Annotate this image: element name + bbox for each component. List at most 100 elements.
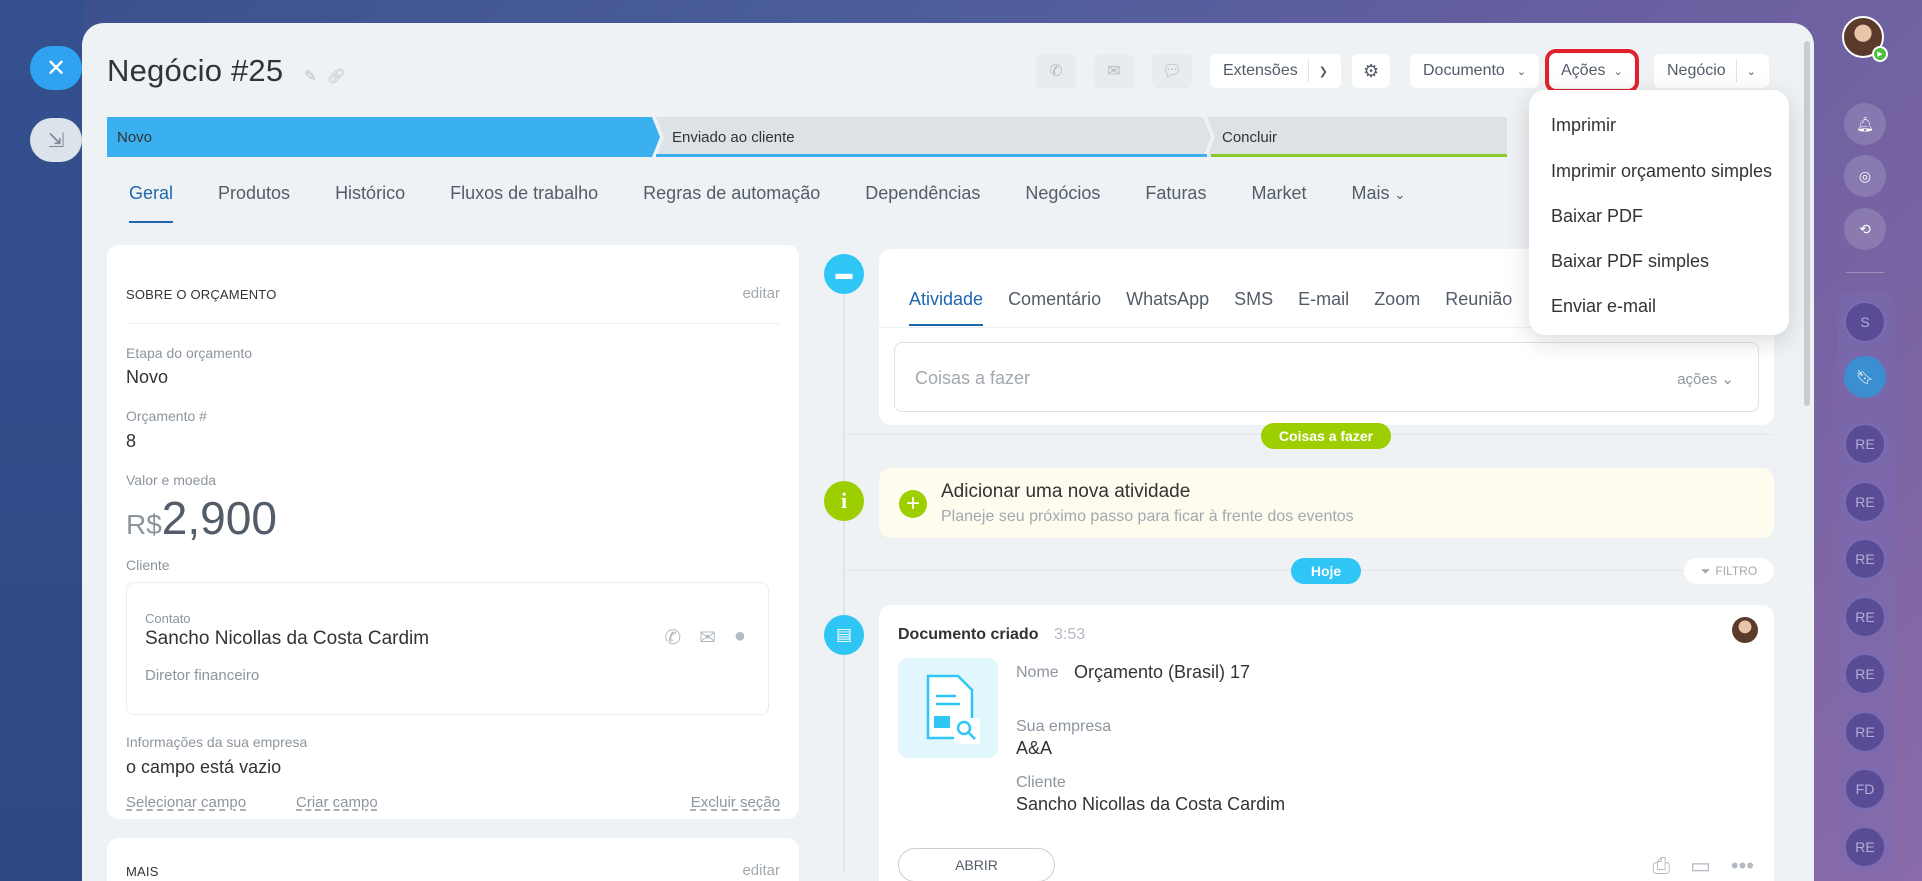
open-button[interactable]: ABRIR [898,848,1055,881]
company-field-value[interactable]: o campo está vazio [126,757,281,778]
tab-sms[interactable]: SMS [1234,289,1273,326]
today-pill: Hoje [1291,558,1361,584]
tab-comentario[interactable]: Comentário [1008,289,1101,326]
tab-historico[interactable]: Histórico [335,183,405,223]
bell-icon[interactable]: 🔔︎ [1844,103,1886,145]
email-button[interactable]: ✉ [1094,54,1134,88]
doc-thumbnail[interactable] [898,658,998,758]
edit-link[interactable]: editar [742,285,780,302]
deal-button[interactable]: Negócio ⌄ [1654,54,1769,88]
tab-zoom[interactable]: Zoom [1374,289,1420,326]
add-activity-card[interactable]: + Adicionar uma nova atividade Planeje s… [879,468,1774,538]
menu-item-download-pdf-simple[interactable]: Baixar PDF simples [1551,251,1709,272]
tab-produtos[interactable]: Produtos [218,183,290,223]
stage-shapes [107,117,1507,157]
phone-icon[interactable]: ✆ [664,625,681,650]
chevron-down-icon[interactable]: ❯ [1319,65,1328,78]
chevron-down-icon: ⌄ [1613,65,1623,78]
todo-actions-dropdown[interactable]: ações ⌄ [1677,370,1734,388]
mail-icon[interactable]: ✉ [699,625,716,650]
todo-placeholder: Coisas a fazer [915,368,1031,388]
chat-avatar[interactable]: S [1844,301,1886,343]
pencil-icon[interactable]: ✎ [304,67,317,85]
doc-name-value[interactable]: Orçamento (Brasil) 17 [1074,662,1250,683]
chat-avatar[interactable]: RE [1844,711,1886,753]
chat-avatar[interactable]: RE [1844,653,1886,695]
plus-icon: + [899,490,927,518]
doc-client-value[interactable]: Sancho Nicollas da Costa Cardim [1016,794,1285,815]
tab-whatsapp[interactable]: WhatsApp [1126,289,1209,326]
contact-actions: ✆ ✉ ● [664,625,746,650]
tab-reuniao[interactable]: Reunião [1445,289,1512,326]
chat-avatar[interactable]: FD [1844,768,1886,810]
chat-avatar[interactable]: RE [1844,481,1886,523]
filter-label: FILTRO [1715,564,1758,578]
doc-client-label: Cliente [1016,774,1066,791]
tab-email[interactable]: E-mail [1298,289,1349,326]
menu-item-print-simple[interactable]: Imprimir orçamento simples [1551,161,1772,182]
number-field-value[interactable]: 8 [126,431,136,452]
tab-dependencias[interactable]: Dependências [865,183,980,223]
tab-market[interactable]: Market [1251,183,1306,223]
create-field-link[interactable]: Criar campo [296,794,378,811]
filter-button[interactable]: ⏷ FILTRO [1684,558,1774,584]
tab-faturas[interactable]: Faturas [1145,183,1206,223]
call-button[interactable]: ✆ [1036,54,1076,88]
settings-button[interactable]: ⚙ [1352,54,1391,88]
extensions-button[interactable]: Extensões ❯ [1210,54,1341,88]
more-icon[interactable]: ••• [1731,853,1754,879]
doc-event-time: 3:53 [1054,626,1086,643]
close-icon: ✕ [45,54,67,82]
menu-item-send-email[interactable]: Enviar e-mail [1551,296,1656,317]
document-button[interactable]: Documento ⌄ [1410,54,1540,88]
tab-fluxos[interactable]: Fluxos de trabalho [450,183,598,223]
todo-input[interactable]: Coisas a fazer ações ⌄ [894,342,1759,412]
amount-field-label: Valor e moeda [126,472,217,488]
delete-section-link[interactable]: Excluir seção [691,794,780,811]
document-created-card: Documento criado 3:53 Nome Orçamento (Br… [879,605,1774,881]
tab-mais[interactable]: Mais ⌄ [1351,183,1405,223]
actions-dropdown-menu: Imprimir Imprimir orçamento simples Baix… [1529,90,1789,335]
tab-regras[interactable]: Regras de automação [643,183,820,223]
select-field-link[interactable]: Selecionar campo [126,794,246,811]
chevron-down-icon[interactable]: ⌄ [1747,65,1756,78]
document-icon: ▤ [824,615,864,655]
edit-link[interactable]: editar [742,862,780,879]
link-icon[interactable]: 🔗︎ [327,67,346,85]
chat-avatar[interactable]: RE [1844,826,1886,868]
actions-button[interactable]: Ações ⌄ [1545,49,1639,93]
sync-icon[interactable]: ⟲ [1844,208,1886,250]
chat-avatar[interactable]: RE [1844,596,1886,638]
target-icon[interactable]: ◎ [1844,155,1886,197]
chat-avatar[interactable]: RE [1844,423,1886,465]
close-slider-button[interactable]: ✕ [30,46,82,90]
note-icon[interactable]: ▭ [1690,853,1711,879]
minimize-slider-button[interactable]: ⇲ [30,118,82,162]
tab-atividade[interactable]: Atividade [909,289,984,326]
tab-geral[interactable]: Geral [129,183,174,223]
menu-item-download-pdf[interactable]: Baixar PDF [1551,206,1643,227]
divider [1846,272,1884,273]
avatar[interactable] [1732,617,1758,643]
chat-button[interactable]: 💬︎ [1152,54,1192,88]
doc-name-label: Nome [1016,664,1059,681]
more-card: MAIS editar [107,838,799,881]
stage-novo-shape[interactable] [107,117,660,157]
todo-actions-label: ações [1677,371,1718,388]
amount-field-value[interactable]: R$2,900 [126,491,277,545]
mail-icon: ✉ [1107,63,1121,80]
print-icon[interactable]: ⎙ [1652,853,1670,879]
menu-item-print[interactable]: Imprimir [1551,115,1616,136]
chat-icon: 💬︎ [1161,63,1183,80]
doc-company-value: A&A [1016,738,1053,758]
stage-bar: Novo Enviado ao cliente Concluir [107,117,1507,157]
bookmark-icon[interactable]: 🔖︎ [1844,356,1886,398]
scrollbar[interactable] [1804,41,1810,406]
contact-name[interactable]: Sancho Nicollas da Costa Cardim [145,628,429,650]
add-activity-subtitle: Planeje seu próximo passo para ficar à f… [941,508,1354,525]
stage-field-value[interactable]: Novo [126,367,168,388]
tab-negocios[interactable]: Negócios [1025,183,1100,223]
minimize-icon: ⇲ [47,129,65,152]
chat-icon[interactable]: ● [734,625,746,650]
chat-avatar[interactable]: RE [1844,538,1886,580]
